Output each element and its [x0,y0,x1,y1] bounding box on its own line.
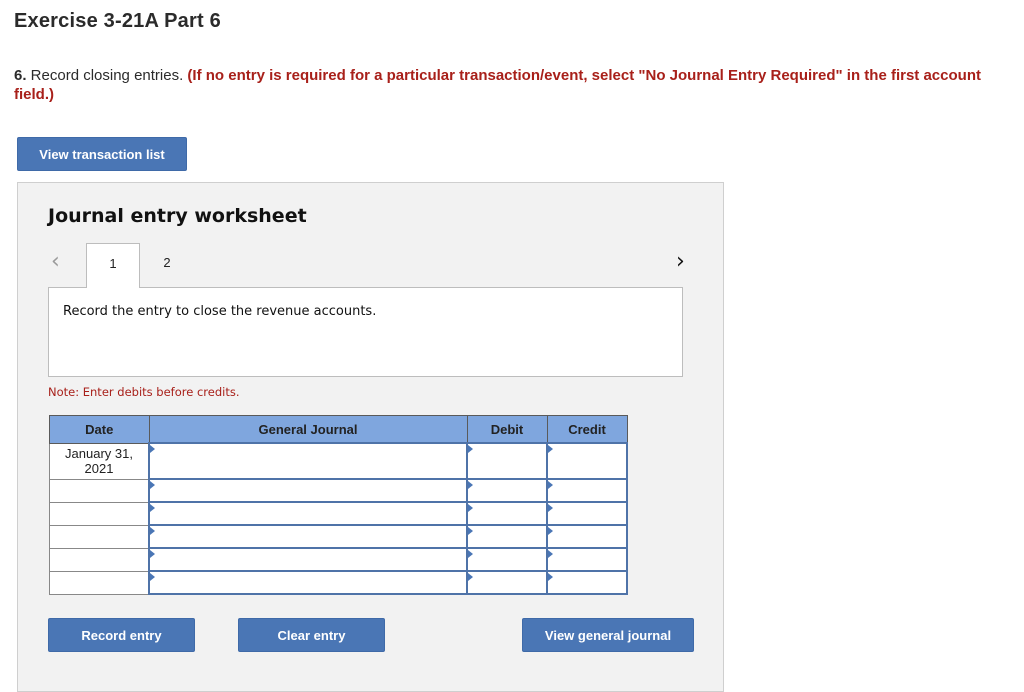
header-date: Date [49,415,150,444]
debit-input[interactable] [468,572,546,593]
credit-field[interactable] [546,547,628,572]
date-cell: January 31, 2021 [49,442,150,480]
credit-input[interactable] [548,503,626,524]
debit-input[interactable] [468,526,546,547]
account-input[interactable] [150,503,466,524]
journal-header-row: Date General Journal Debit Credit [49,415,628,444]
date-cell [49,547,150,572]
table-row [49,570,628,595]
dropdown-indicator-icon [150,573,155,581]
date-cell [49,570,150,595]
credit-field[interactable] [546,501,628,526]
table-row [49,547,628,572]
header-credit: Credit [546,415,628,444]
journal-entry-worksheet-panel: Journal entry worksheet ‹ 1 2 › Record t… [17,182,724,692]
debit-input[interactable] [468,480,546,501]
date-cell [49,478,150,503]
credit-input[interactable] [548,526,626,547]
debit-field[interactable] [466,501,548,526]
record-entry-button[interactable]: Record entry [48,618,195,652]
chevron-right-icon[interactable]: › [676,249,685,274]
credit-input[interactable] [548,444,626,478]
debits-note: Note: Enter debits before credits. [48,385,240,399]
instruction-text: Record closing entries. [26,67,188,84]
credit-input[interactable] [548,549,626,570]
header-debit: Debit [466,415,548,444]
account-input[interactable] [150,549,466,570]
account-select[interactable] [148,547,468,572]
input-indicator-icon [548,550,553,558]
input-indicator-icon [548,527,553,535]
credit-field[interactable] [546,442,628,480]
input-indicator-icon [548,481,553,489]
dropdown-indicator-icon [150,527,155,535]
credit-field[interactable] [546,570,628,595]
tab-1[interactable]: 1 [86,243,140,288]
date-cell [49,524,150,549]
clear-entry-button[interactable]: Clear entry [238,618,385,652]
input-indicator-icon [468,550,473,558]
debit-field[interactable] [466,524,548,549]
account-select[interactable] [148,524,468,549]
instruction-number: 6. [14,67,27,84]
header-general-journal: General Journal [148,415,468,444]
debit-input[interactable] [468,503,546,524]
debit-field[interactable] [466,442,548,480]
table-row [49,524,628,549]
view-transaction-list-button[interactable]: View transaction list [17,137,187,171]
dropdown-indicator-icon [150,550,155,558]
input-indicator-icon [548,573,553,581]
input-indicator-icon [548,445,553,453]
input-indicator-icon [468,504,473,512]
table-row [49,478,628,503]
tab-2[interactable]: 2 [140,243,194,288]
account-select[interactable] [148,570,468,595]
account-input[interactable] [150,526,466,547]
view-general-journal-button[interactable]: View general journal [522,618,694,652]
account-select[interactable] [148,478,468,503]
input-indicator-icon [468,573,473,581]
entry-description-box: Record the entry to close the revenue ac… [48,287,683,377]
table-row: January 31, 2021 [49,442,628,480]
account-input[interactable] [150,444,466,478]
instructions: 6. Record closing entries. (If no entry … [14,66,1014,104]
debit-field[interactable] [466,478,548,503]
credit-input[interactable] [548,572,626,593]
input-indicator-icon [548,504,553,512]
journal-table: Date General Journal Debit Credit Januar… [49,415,628,595]
table-row [49,501,628,526]
debit-field[interactable] [466,570,548,595]
input-indicator-icon [468,527,473,535]
input-indicator-icon [468,445,473,453]
credit-field[interactable] [546,524,628,549]
debit-input[interactable] [468,549,546,570]
dropdown-indicator-icon [150,445,155,453]
dropdown-indicator-icon [150,481,155,489]
account-select[interactable] [148,442,468,480]
credit-field[interactable] [546,478,628,503]
entry-description: Record the entry to close the revenue ac… [63,304,377,319]
debit-field[interactable] [466,547,548,572]
chevron-left-icon[interactable]: ‹ [51,249,60,274]
page-title: Exercise 3-21A Part 6 [14,10,221,32]
credit-input[interactable] [548,480,626,501]
dropdown-indicator-icon [150,504,155,512]
account-select[interactable] [148,501,468,526]
account-input[interactable] [150,480,466,501]
debit-input[interactable] [468,444,546,478]
input-indicator-icon [468,481,473,489]
account-input[interactable] [150,572,466,593]
worksheet-title: Journal entry worksheet [48,205,307,227]
date-cell [49,501,150,526]
